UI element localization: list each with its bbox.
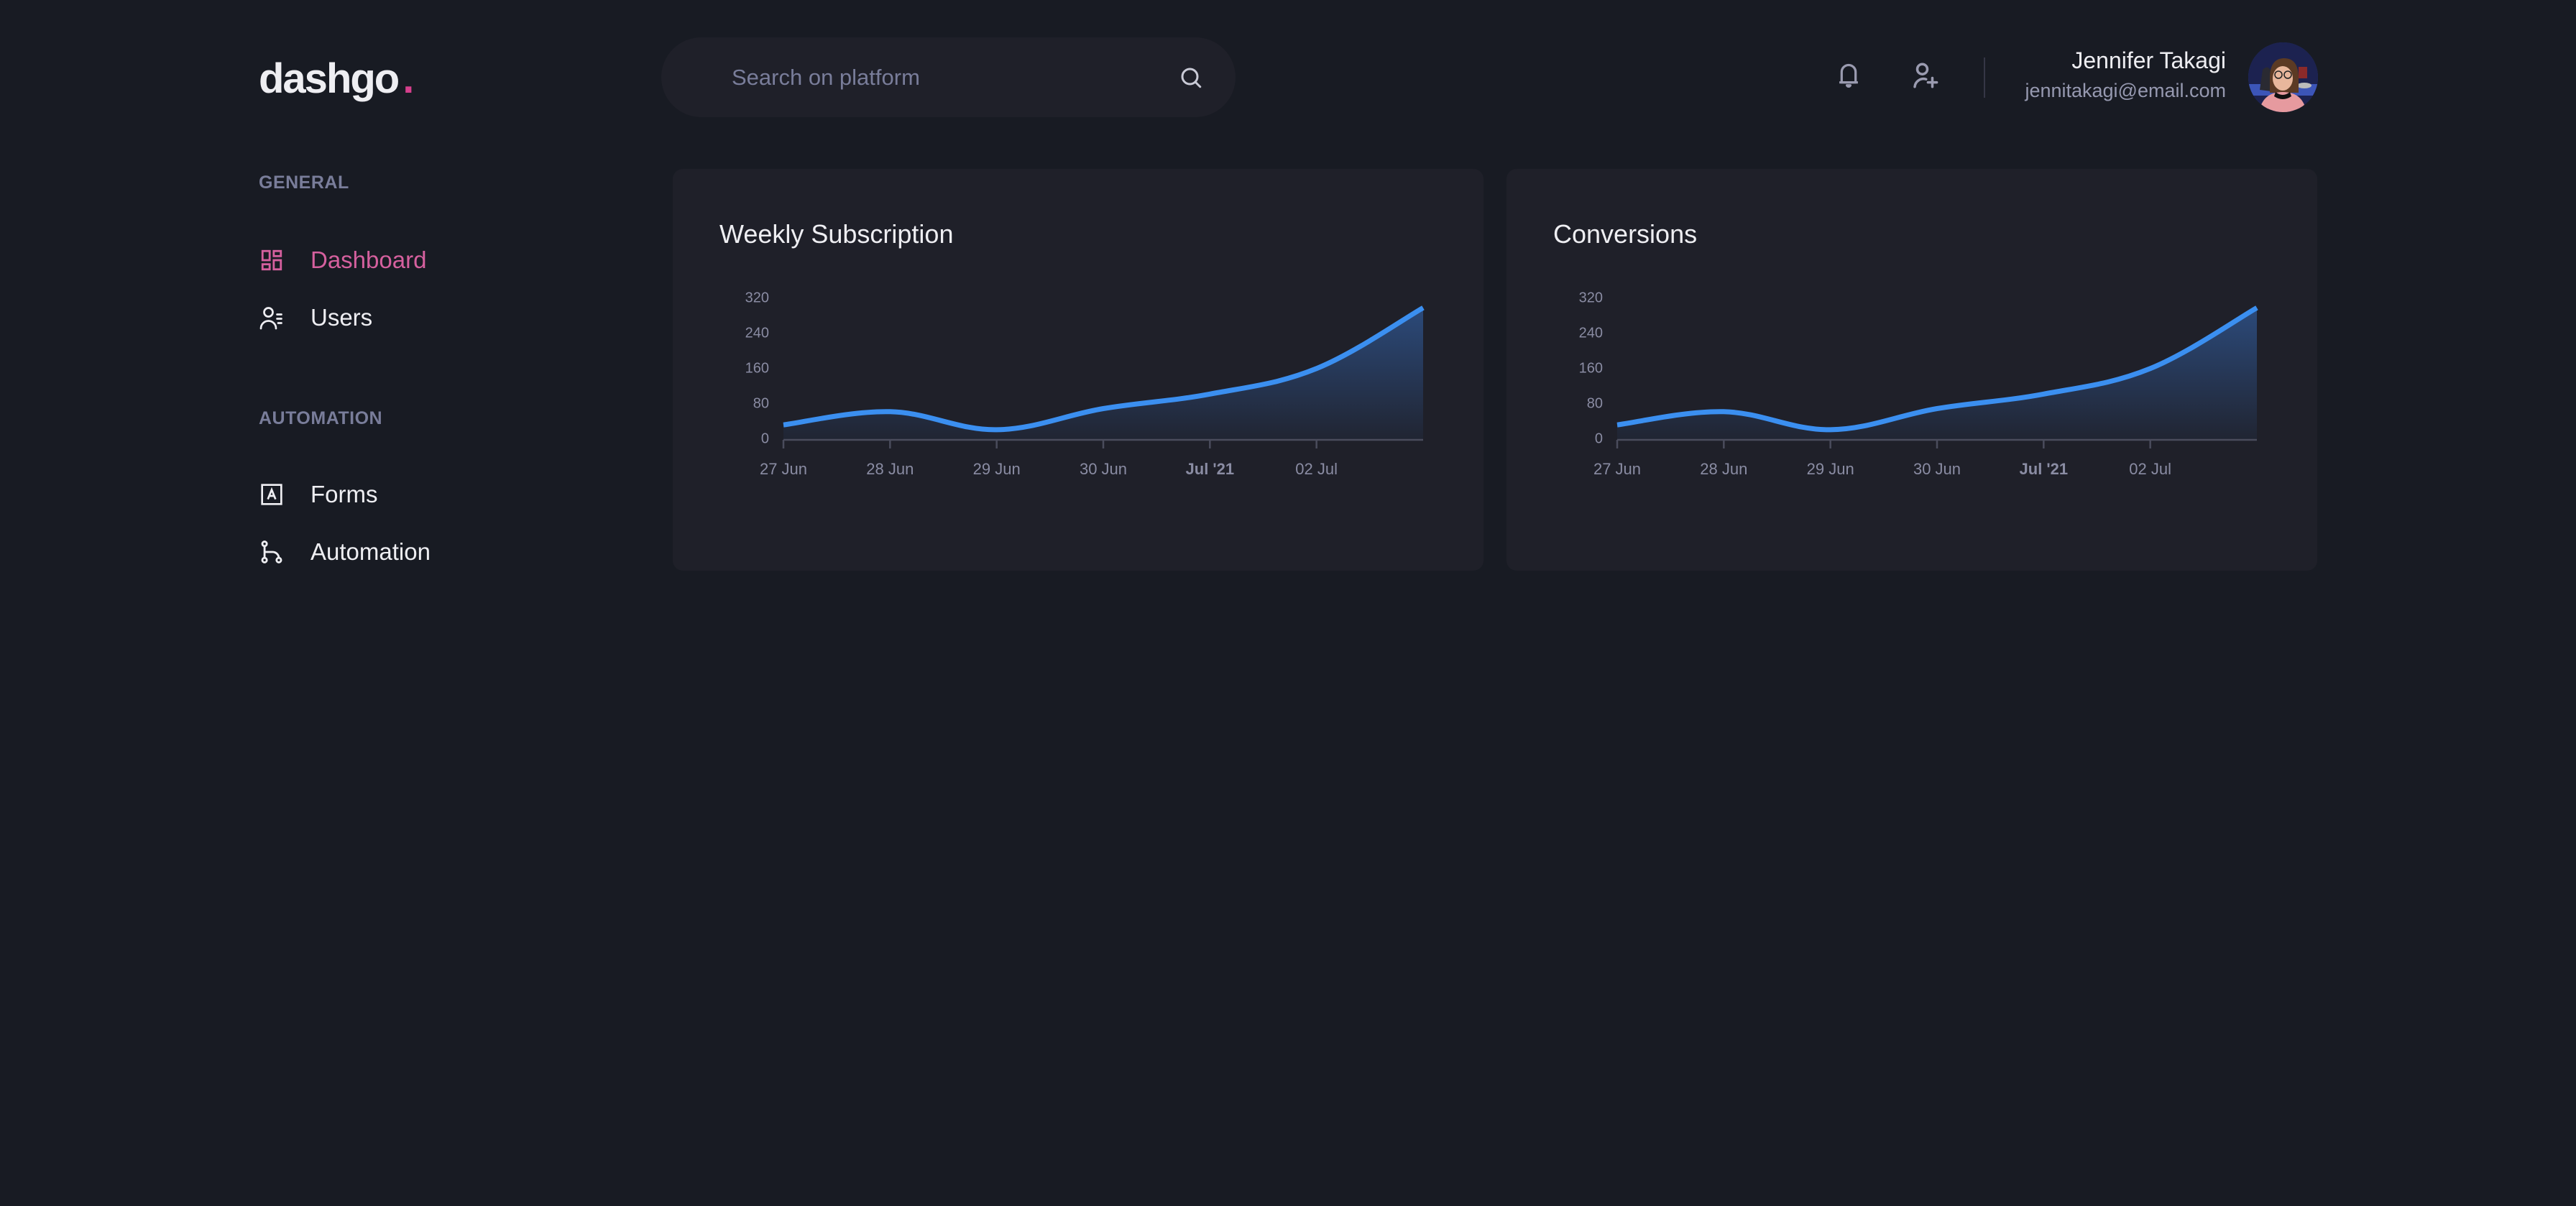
conversions-chart: 0 80 160 240 320 27 Jun 28 Jun 29 Jun 30 Jun Jul … xyxy=(1579,290,2258,478)
users-icon xyxy=(259,305,285,331)
sidebar-item-users[interactable]: Users xyxy=(259,304,372,331)
sidebar-section-automation: AUTOMATION xyxy=(259,408,383,428)
y-tick-label: 80 xyxy=(753,395,769,411)
add-user-button[interactable] xyxy=(1908,60,1941,93)
y-tick-label: 320 xyxy=(1579,290,1603,305)
y-tick-label: 0 xyxy=(1595,431,1603,446)
x-tick-label: 27 Jun xyxy=(1593,460,1641,478)
y-tick-label: 240 xyxy=(745,325,769,341)
notifications-button[interactable] xyxy=(1832,60,1865,93)
sidebar-item-forms[interactable]: Forms xyxy=(259,481,378,508)
sidebar-item-label: Automation xyxy=(310,538,431,565)
y-tick-label: 80 xyxy=(1587,395,1603,411)
sidebar-item-label: Dashboard xyxy=(310,247,427,273)
logo-dot: . xyxy=(402,55,414,102)
weekly-subscription-card: Weekly Subscription 0 80 160 240 320 27 Jun 28… xyxy=(673,169,1484,571)
x-tick-label: 29 Jun xyxy=(1807,460,1854,478)
sidebar-item-label: Users xyxy=(310,304,373,331)
x-tick-label: 02 Jul xyxy=(2129,460,2171,478)
y-tick-label: 160 xyxy=(1579,360,1603,376)
x-tick-label: Jul '21 xyxy=(2020,460,2069,478)
user-plus-icon xyxy=(1910,60,1940,94)
sidebar-section-general: GENERAL xyxy=(259,172,349,193)
y-tick-label: 160 xyxy=(745,360,769,376)
profile-info: Jennifer Takagi jennitakagi@email.com xyxy=(2025,45,2226,105)
x-tick-label: 30 Jun xyxy=(1913,460,1961,478)
logo-text: dashgo xyxy=(259,55,400,102)
sidebar-item-automation[interactable]: Automation xyxy=(259,538,431,566)
forms-icon xyxy=(259,482,285,507)
search-icon[interactable] xyxy=(1175,62,1207,93)
avatar[interactable] xyxy=(2248,42,2318,112)
conversions-card: Conversions 0 80 160 240 320 27 Jun 28 Jun 29 J… xyxy=(1506,169,2317,571)
series-area xyxy=(783,308,1423,440)
x-tick-label: 02 Jul xyxy=(1295,460,1338,478)
search-bar xyxy=(661,37,1236,117)
sidebar-item-label: Forms xyxy=(310,481,378,507)
y-tick-label: 240 xyxy=(1579,325,1603,341)
x-tick-label: 28 Jun xyxy=(1700,460,1747,478)
header-divider xyxy=(1984,57,1985,98)
sidebar-item-dashboard[interactable]: Dashboard xyxy=(259,247,426,274)
automation-icon xyxy=(259,539,285,565)
bell-icon xyxy=(1834,60,1863,94)
x-tick-label: Jul '21 xyxy=(1186,460,1235,478)
y-tick-label: 320 xyxy=(745,290,769,305)
x-tick-label: 29 Jun xyxy=(973,460,1021,478)
dashboard-icon xyxy=(259,247,285,273)
profile-email: jennitakagi@email.com xyxy=(2025,80,2226,101)
weekly-subscription-chart: 0 80 160 240 320 27 Jun 28 Jun 29 Jun 30 Jun Jul … xyxy=(745,290,1425,478)
logo[interactable]: dashgo. xyxy=(259,50,414,108)
x-tick-label: 27 Jun xyxy=(760,460,807,478)
profile-name: Jennifer Takagi xyxy=(2071,47,2226,73)
x-tick-label: 30 Jun xyxy=(1080,460,1127,478)
x-tick-label: 28 Jun xyxy=(866,460,914,478)
y-tick-label: 0 xyxy=(761,431,769,446)
series-area xyxy=(1617,308,2257,440)
search-input[interactable] xyxy=(730,63,1175,91)
